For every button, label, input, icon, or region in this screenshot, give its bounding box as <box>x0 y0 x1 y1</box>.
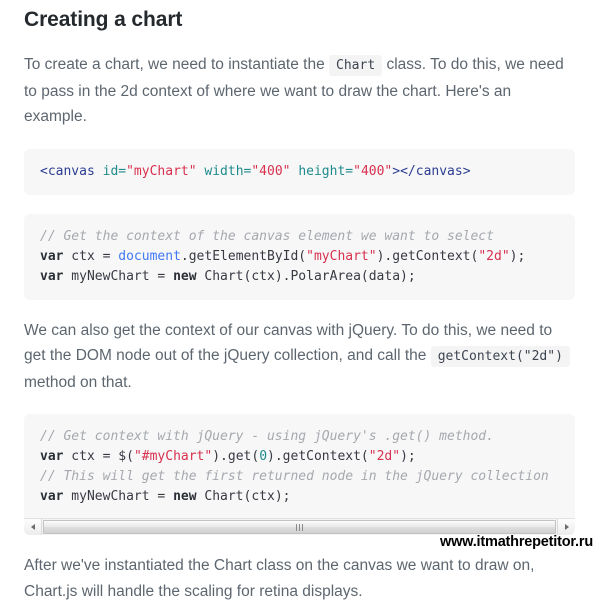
intro-text-before: To create a chart, we need to instantiat… <box>24 56 325 73</box>
code-token-plain: Chart(ctx).PolarArea(data); <box>196 268 416 284</box>
code-block-js-basic[interactable]: // Get the context of the canvas element… <box>24 213 575 300</box>
code-token-comment: // Get context with jQuery - using jQuer… <box>40 429 494 444</box>
code-token-keyword: new <box>173 489 197 504</box>
jquery-text-after: method on that. <box>24 373 132 391</box>
code-token-number: 0 <box>259 449 268 464</box>
code-token-string: "#myChart" <box>133 449 213 464</box>
code-token-attr: width= <box>204 163 252 179</box>
scrollbar-grip-icon <box>296 523 303 531</box>
scroll-right-button[interactable] <box>557 519 575 535</box>
scroll-left-button[interactable] <box>24 519 42 535</box>
code-block-js-jquery[interactable]: // Get context with jQuery - using jQuer… <box>24 414 575 518</box>
code-line: // This will get the first returned node… <box>40 467 559 487</box>
code-line: var ctx = $("#myChart").get(0).getContex… <box>40 447 559 467</box>
watermark: www.itmathrepetitor.ru <box>440 534 593 550</box>
page-title: Creating a chart <box>24 8 183 31</box>
code-token-plain: ); <box>400 449 416 464</box>
inline-code-getcontext: getContext("2d") <box>430 346 570 367</box>
code-token-attr: id= <box>102 163 127 179</box>
code-token-tag: <canvas <box>40 163 95 179</box>
code-token-plain: myNewChart = <box>63 489 174 504</box>
code-token-builtin: document <box>118 248 181 264</box>
code-token-keyword: var <box>40 248 64 264</box>
code-line: // Get context with jQuery - using jQuer… <box>40 427 559 447</box>
inline-code-chart: Chart <box>329 55 383 76</box>
code-block-html[interactable]: <canvas id="myChart" width="400" height=… <box>24 148 575 195</box>
horizontal-scrollbar[interactable] <box>24 518 575 535</box>
code-block-js-jquery-container: // Get context with jQuery - using jQuer… <box>24 414 575 535</box>
code-token-string: "2d" <box>478 248 510 264</box>
code-token-keyword: var <box>40 268 64 284</box>
code-token-plain: ctx = $( <box>63 449 134 464</box>
code-token-string: "2d" <box>368 449 401 464</box>
code-token-comment: // This will get the first returned node… <box>40 469 549 484</box>
code-token-plain: ctx = <box>63 248 119 264</box>
code-token-keyword: var <box>40 449 64 464</box>
code-token-plain: .getElementById( <box>180 248 307 264</box>
code-token-comment: // Get the context of the canvas element… <box>40 228 494 244</box>
code-token-plain: ).getContext( <box>267 449 369 464</box>
code-token-plain: ); <box>509 248 526 264</box>
code-token-string: "myChart" <box>306 248 377 264</box>
code-token-string: "400" <box>353 163 393 179</box>
code-token-string: "myChart" <box>126 163 197 179</box>
code-line: var myNewChart = new Chart(ctx); <box>40 487 559 507</box>
arrow-left-icon <box>30 524 35 530</box>
scrollbar-track[interactable] <box>42 519 557 535</box>
code-token-tag: ></canvas> <box>392 163 471 179</box>
code-token-plain: ).get( <box>212 449 260 464</box>
code-token-string: "400" <box>251 163 291 179</box>
closing-paragraph: After we've instantiated the Chart class… <box>24 557 535 600</box>
code-token-attr: height= <box>298 163 354 179</box>
documentation-page: Creating a chart To create a chart, we n… <box>0 0 599 600</box>
jquery-paragraph: We can also get the context of our canva… <box>24 318 575 396</box>
code-line: var ctx = document.getElementById("myCha… <box>40 247 559 267</box>
code-token-plain: Chart(ctx); <box>196 489 291 504</box>
code-token-plain: ).getContext( <box>376 248 479 264</box>
intro-paragraph: To create a chart, we need to instantiat… <box>24 52 575 130</box>
code-line: <canvas id="myChart" width="400" height=… <box>40 162 559 182</box>
code-token-keyword: new <box>173 268 197 284</box>
code-line: // Get the context of the canvas element… <box>40 227 559 247</box>
arrow-right-icon <box>564 524 569 530</box>
code-line: var myNewChart = new Chart(ctx).PolarAre… <box>40 267 559 287</box>
scrollbar-thumb[interactable] <box>43 520 556 534</box>
code-token-plain: myNewChart = <box>63 268 174 284</box>
code-token-keyword: var <box>40 489 64 504</box>
